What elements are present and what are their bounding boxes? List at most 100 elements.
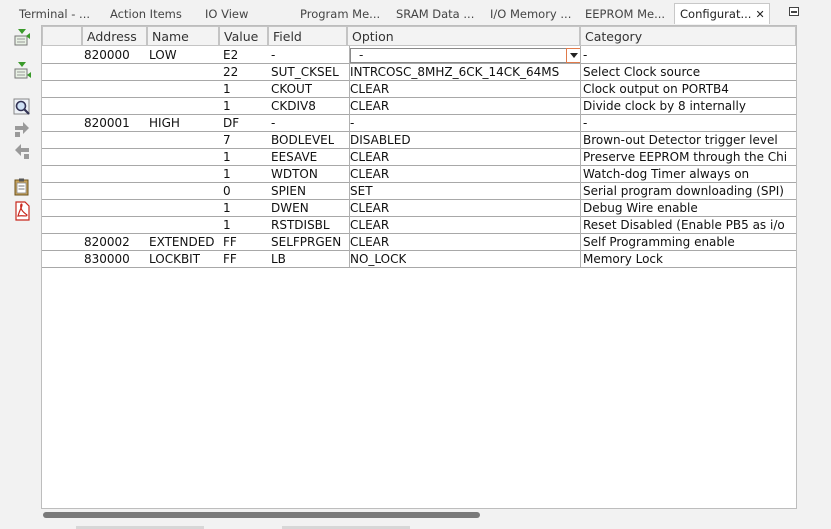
fuse-config-table: Address Name Value Field Option Category… [41, 25, 797, 509]
cell-name: HIGH [149, 116, 180, 130]
header-value[interactable]: Value [219, 26, 268, 46]
cell-category: - [583, 48, 588, 62]
cell-option[interactable]: CLEAR [350, 98, 389, 115]
cell-category: Reset Disabled (Enable PB5 as i/o [583, 218, 785, 232]
cell-address: 820002 [84, 235, 130, 249]
cell-value: FF [223, 235, 237, 249]
table-row[interactable]: 820002 EXTENDED FF SELFPRGEN CLEAR Self Progr… [42, 234, 796, 251]
minimize-icon[interactable] [789, 7, 799, 16]
cell-field: BODLEVEL [271, 133, 335, 147]
cell-value: 0 [223, 184, 231, 198]
cell-value: 1 [223, 167, 231, 181]
cell-category: Brown-out Detector trigger level [583, 133, 778, 147]
cell-field: SPIEN [271, 184, 306, 198]
search-icon[interactable] [12, 97, 32, 117]
cell-option[interactable]: DISABLED [350, 132, 411, 149]
cell-option[interactable]: INTRCOSC_8MHZ_6CK_14CK_64MS [350, 64, 559, 81]
tab-sram-data[interactable]: SRAM Data ... [396, 4, 474, 24]
cell-value: 1 [223, 99, 231, 113]
cell-field: LB [271, 252, 286, 266]
tab-configuration-label: Configurat... [680, 7, 752, 21]
header-select[interactable] [42, 26, 82, 46]
cell-field: SUT_CKSEL [271, 65, 339, 79]
cell-option[interactable]: CLEAR [350, 234, 389, 251]
cell-value: 1 [223, 150, 231, 164]
tab-io-memory[interactable]: I/O Memory ... [490, 4, 571, 24]
table-row[interactable]: 820001 HIGH DF - - - [42, 115, 796, 132]
export-icon[interactable] [12, 61, 32, 81]
option-select[interactable]: - [350, 48, 581, 63]
cell-category: Memory Lock [583, 252, 663, 266]
clipboard-icon[interactable] [12, 177, 32, 197]
cell-option[interactable]: - [350, 115, 354, 132]
cell-field: SELFPRGEN [271, 235, 342, 249]
table-row[interactable]: 22 SUT_CKSEL INTRCOSC_8MHZ_6CK_14CK_64MS Se… [42, 64, 796, 81]
column-divider [580, 46, 581, 267]
cell-value: 1 [223, 82, 231, 96]
header-name[interactable]: Name [147, 26, 219, 46]
cell-value: DF [223, 116, 240, 130]
cell-value: 7 [223, 133, 231, 147]
move-up-icon[interactable] [12, 142, 32, 162]
cell-field: DWEN [271, 201, 309, 215]
cell-field: CKDIV8 [271, 99, 316, 113]
horizontal-scrollbar[interactable] [41, 511, 795, 519]
table-row[interactable]: 1 CKDIV8 CLEAR Divide clock by 8 internally [42, 98, 796, 115]
table-row[interactable]: 1 DWEN CLEAR Debug Wire enable [42, 200, 796, 217]
header-option[interactable]: Option [347, 26, 580, 46]
pdf-icon[interactable] [12, 201, 32, 221]
tab-program-memory[interactable]: Program Me... [300, 4, 380, 24]
tab-action-items[interactable]: Action Items [110, 4, 182, 24]
cell-field: - [271, 48, 276, 62]
cell-field: EESAVE [271, 150, 318, 164]
cell-option[interactable]: SET [350, 183, 373, 200]
table-row[interactable]: 7 BODLEVEL DISABLED Brown-out Detector trig… [42, 132, 796, 149]
cell-address: 820001 [84, 116, 130, 130]
table-row[interactable]: 820000 LOW E2 - - - [42, 47, 796, 64]
scrollbar-thumb[interactable] [43, 512, 480, 518]
table-row[interactable]: 1 CKOUT CLEAR Clock output on PORTB4 [42, 81, 796, 98]
cell-name: LOW [149, 48, 177, 62]
cell-category: Serial program downloading (SPI) [583, 184, 784, 198]
tab-eeprom-memory[interactable]: EEPROM Me... [585, 4, 665, 24]
cell-option[interactable]: NO_LOCK [350, 251, 406, 268]
header-category[interactable]: Category [580, 26, 796, 46]
cell-option[interactable]: CLEAR [350, 200, 389, 217]
table-row[interactable]: 1 WDTON CLEAR Watch-dog Timer always on [42, 166, 796, 183]
column-divider [349, 46, 350, 267]
tab-terminal[interactable]: Terminal - ... [19, 4, 90, 24]
tab-configuration[interactable]: Configurat... ✕ [674, 3, 770, 24]
cell-category: Debug Wire enable [583, 201, 698, 215]
cell-name: EXTENDED [149, 235, 215, 249]
cell-category: Select Clock source [583, 65, 701, 79]
close-icon[interactable]: ✕ [755, 8, 764, 21]
cell-category: Watch-dog Timer always on [583, 167, 750, 181]
cell-category: Self Programming enable [583, 235, 735, 249]
cell-value: 1 [223, 218, 231, 232]
cell-option[interactable]: CLEAR [350, 81, 389, 98]
cell-option[interactable]: CLEAR [350, 149, 389, 166]
chevron-down-icon[interactable] [566, 48, 581, 63]
tab-bar: Terminal - ... Action Items IO View Prog… [0, 0, 831, 26]
cell-category: - [583, 116, 588, 130]
table-row[interactable]: 830000 LOCKBIT FF LB NO_LOCK Memory Lock [42, 251, 796, 268]
header-address[interactable]: Address [82, 26, 147, 46]
cell-name: LOCKBIT [149, 252, 201, 266]
header-field[interactable]: Field [268, 26, 347, 46]
cell-field: RSTDISBL [271, 218, 330, 232]
cell-category: Clock output on PORTB4 [583, 82, 729, 96]
cell-option[interactable]: CLEAR [350, 166, 389, 183]
cell-address: 830000 [84, 252, 130, 266]
cell-category: Divide clock by 8 internally [583, 99, 746, 113]
tab-io-view[interactable]: IO View [205, 4, 248, 24]
cell-value: E2 [223, 48, 239, 62]
cell-field: - [271, 116, 276, 130]
move-down-icon[interactable] [12, 120, 32, 140]
import-icon[interactable] [12, 28, 32, 48]
cell-option[interactable]: CLEAR [350, 217, 389, 234]
cell-value: 22 [223, 65, 239, 79]
table-row[interactable]: 1 RSTDISBL CLEAR Reset Disabled (Enable PB5… [42, 217, 796, 234]
table-row[interactable]: 1 EESAVE CLEAR Preserve EEPROM through the … [42, 149, 796, 166]
table-row[interactable]: 0 SPIEN SET Serial program downloading (SPI… [42, 183, 796, 200]
cell-address: 820000 [84, 48, 130, 62]
